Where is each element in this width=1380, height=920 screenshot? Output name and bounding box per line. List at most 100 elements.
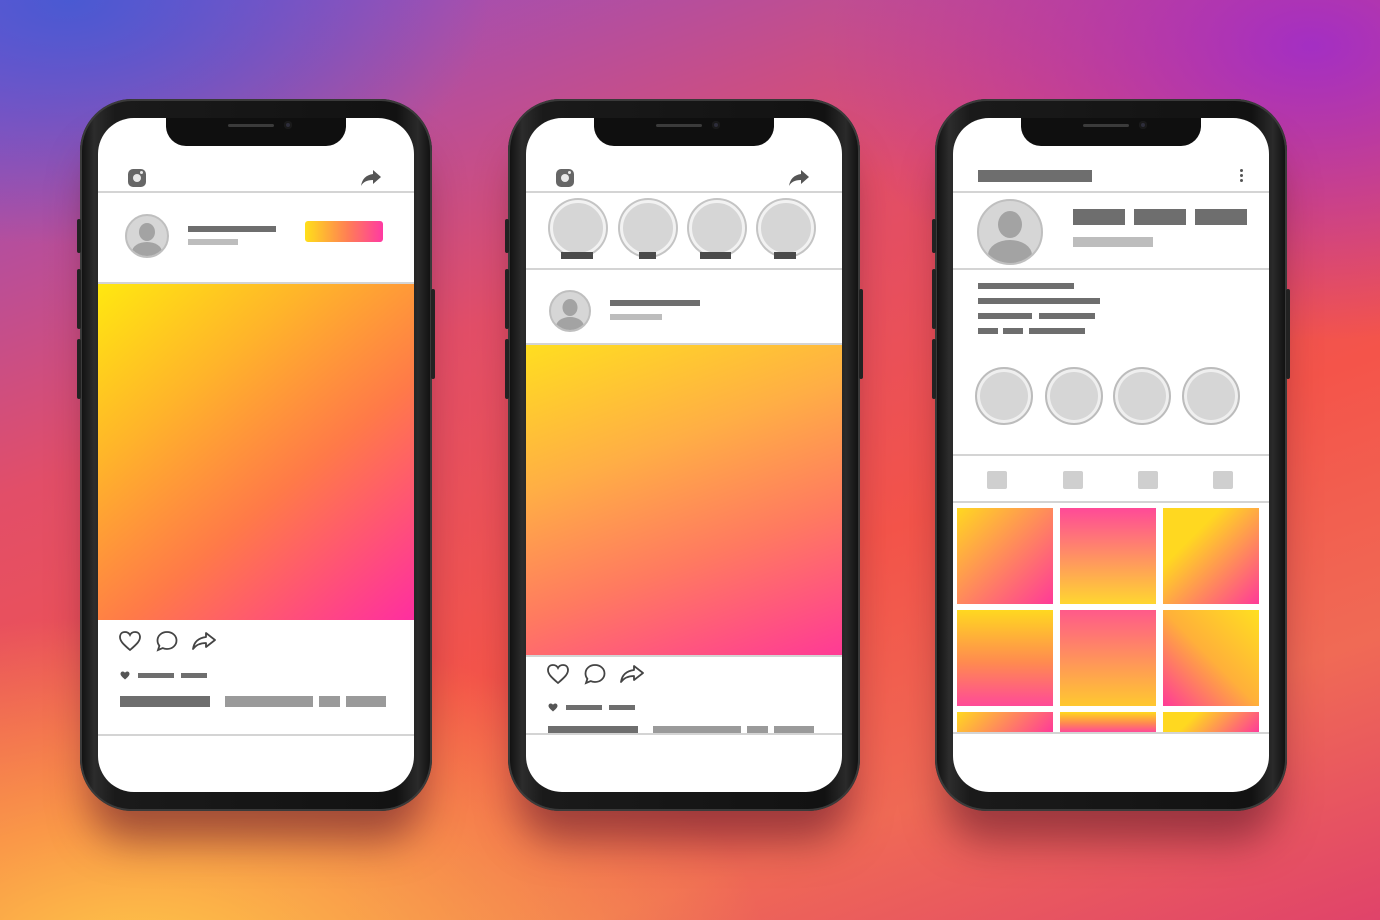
- comment-icon[interactable]: [583, 663, 607, 685]
- front-camera: [284, 121, 292, 129]
- header-divider: [98, 191, 414, 193]
- highlight-circle[interactable]: [975, 367, 1033, 425]
- avatar-icon[interactable]: [977, 199, 1043, 265]
- caption-username-placeholder: [548, 726, 638, 733]
- caption-username-placeholder: [120, 696, 210, 707]
- bio-line: [1029, 328, 1085, 334]
- bio-line: [1003, 328, 1023, 334]
- caption-text-placeholder-2: [319, 696, 340, 707]
- highlight-circle[interactable]: [1113, 367, 1171, 425]
- more-options-icon[interactable]: [1239, 168, 1245, 184]
- screen: [98, 118, 414, 792]
- notch: [166, 118, 346, 146]
- story-circle[interactable]: [620, 200, 676, 256]
- username-placeholder: [610, 300, 700, 306]
- instagram-logo-icon[interactable]: [128, 169, 146, 187]
- bio-line: [978, 328, 998, 334]
- screen: [526, 118, 842, 792]
- grid-post[interactable]: [1060, 610, 1156, 706]
- caption-text-placeholder: [225, 696, 313, 707]
- likes-placeholder-2: [181, 673, 207, 678]
- story-label: [561, 252, 593, 259]
- post-image[interactable]: [526, 345, 842, 655]
- story-label: [639, 252, 656, 259]
- volume-up-button: [77, 269, 81, 329]
- highlight-circle[interactable]: [1045, 367, 1103, 425]
- volume-down-button: [505, 339, 509, 399]
- small-heart-icon: [120, 671, 130, 680]
- tabs-bottom-divider: [953, 501, 1269, 503]
- location-placeholder: [610, 314, 662, 320]
- front-camera: [712, 121, 720, 129]
- instagram-logo-icon[interactable]: [556, 169, 574, 187]
- follow-button[interactable]: [305, 221, 383, 242]
- grid-post[interactable]: [1163, 712, 1259, 732]
- following-count-placeholder: [1195, 209, 1247, 225]
- bio-line: [978, 313, 1032, 319]
- notch: [594, 118, 774, 146]
- tab-tagged[interactable]: [1213, 471, 1233, 489]
- tabs-top-divider: [953, 454, 1269, 456]
- story-circle[interactable]: [758, 200, 814, 256]
- heart-icon[interactable]: [546, 663, 570, 685]
- tab-videos[interactable]: [1138, 471, 1158, 489]
- volume-up-button: [932, 269, 936, 329]
- share-icon[interactable]: [360, 169, 382, 187]
- bottom-divider: [953, 732, 1269, 734]
- phone-feed-post: [77, 99, 435, 811]
- caption-text-placeholder-2: [747, 726, 768, 733]
- grid-post[interactable]: [1163, 610, 1259, 706]
- caption-text-placeholder: [653, 726, 741, 733]
- story-circle[interactable]: [689, 200, 745, 256]
- edit-profile-placeholder[interactable]: [1073, 237, 1153, 247]
- power-button: [859, 289, 863, 379]
- grid-post[interactable]: [957, 712, 1053, 732]
- story-label: [700, 252, 731, 259]
- phone-profile: [932, 99, 1290, 811]
- tab-grid[interactable]: [987, 471, 1007, 489]
- comment-icon[interactable]: [155, 630, 179, 652]
- location-placeholder: [188, 239, 238, 245]
- followers-count-placeholder: [1134, 209, 1186, 225]
- heart-icon[interactable]: [118, 630, 142, 652]
- bottom-divider: [98, 734, 414, 736]
- mute-switch: [505, 219, 509, 253]
- screen: [953, 118, 1269, 792]
- bio-line: [978, 283, 1074, 289]
- volume-down-button: [77, 339, 81, 399]
- grid-post[interactable]: [1060, 508, 1156, 604]
- stories-divider: [526, 268, 842, 270]
- story-circle[interactable]: [550, 200, 606, 256]
- power-button: [431, 289, 435, 379]
- small-heart-icon: [548, 703, 558, 712]
- username-placeholder: [188, 226, 276, 232]
- bio-line: [1039, 313, 1095, 319]
- grid-post[interactable]: [957, 610, 1053, 706]
- volume-up-button: [505, 269, 509, 329]
- grid-post[interactable]: [1163, 508, 1259, 604]
- send-icon[interactable]: [190, 630, 218, 652]
- profile-username-placeholder: [978, 170, 1092, 182]
- avatar-icon[interactable]: [549, 290, 591, 332]
- power-button: [1286, 289, 1290, 379]
- volume-down-button: [932, 339, 936, 399]
- grid-post[interactable]: [1060, 712, 1156, 732]
- mute-switch: [77, 219, 81, 253]
- front-camera: [1139, 121, 1147, 129]
- share-icon[interactable]: [788, 169, 810, 187]
- tab-reels[interactable]: [1063, 471, 1083, 489]
- post-bottom-divider: [526, 655, 842, 657]
- send-icon[interactable]: [618, 663, 646, 685]
- highlight-circle[interactable]: [1182, 367, 1240, 425]
- story-label: [774, 252, 796, 259]
- bio-line: [978, 298, 1100, 304]
- grid-post[interactable]: [957, 508, 1053, 604]
- caption-text-placeholder-3: [346, 696, 386, 707]
- post-image[interactable]: [98, 284, 414, 620]
- avatar-icon[interactable]: [125, 214, 169, 258]
- phone-feed-with-stories: [505, 99, 863, 811]
- posts-count-placeholder: [1073, 209, 1125, 225]
- bottom-divider: [526, 733, 842, 735]
- likes-placeholder-2: [609, 705, 635, 710]
- notch: [1021, 118, 1201, 146]
